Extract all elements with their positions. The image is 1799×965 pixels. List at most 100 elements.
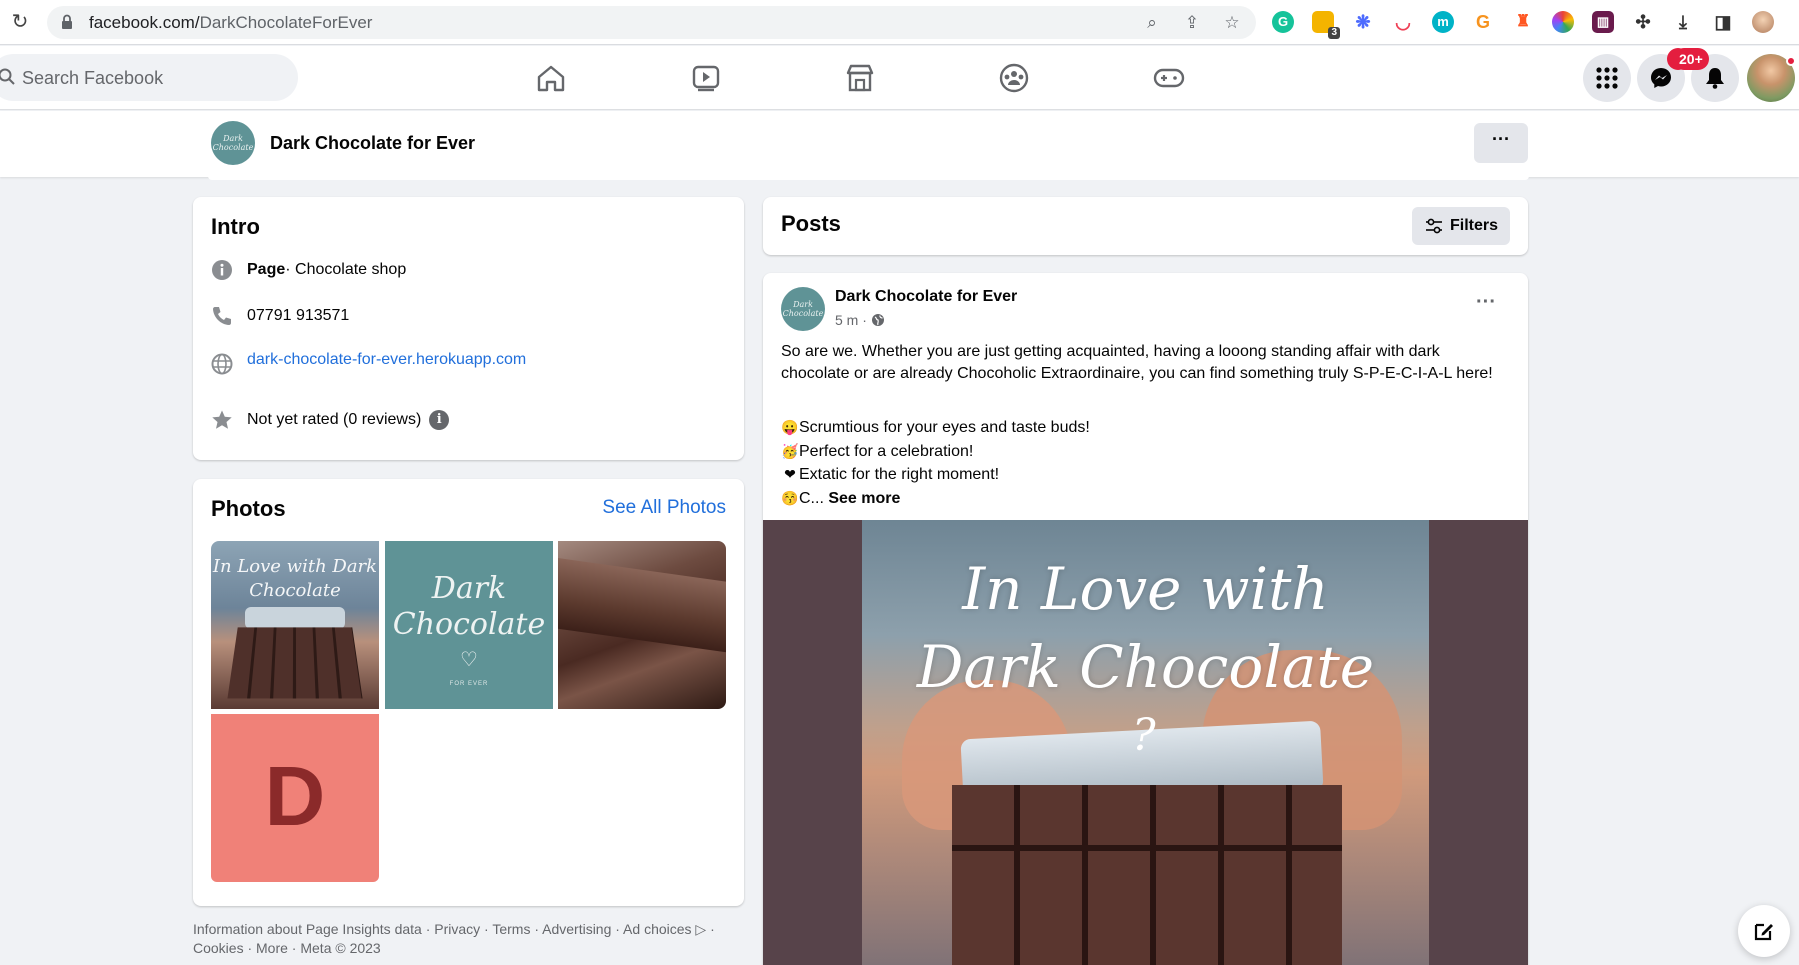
intro-rating: Not yet rated (0 reviews) <box>247 411 422 428</box>
search-box[interactable] <box>0 54 298 101</box>
extension-badge: 3 <box>1328 27 1340 39</box>
browser-profile-avatar[interactable] <box>1752 11 1774 33</box>
intro-card: Intro Page · Chocolate shop 07791 913571… <box>193 197 744 460</box>
snowflake-extension-icon[interactable]: ❋ <box>1352 11 1374 33</box>
chart-extension-icon[interactable]: ▥ <box>1592 11 1614 33</box>
groups-icon[interactable] <box>994 58 1034 98</box>
new-message-button[interactable] <box>1738 905 1790 957</box>
notifications-button[interactable]: 20+ <box>1673 48 1739 102</box>
avatar-status-dot <box>1786 56 1796 66</box>
pocket-extension-icon[interactable]: ◡ <box>1392 11 1414 33</box>
url-domain: facebook.com/ <box>89 13 200 32</box>
photo-chocolate-bar <box>227 627 363 699</box>
rating-info-icon[interactable]: i <box>429 410 450 430</box>
search-icon <box>0 68 15 85</box>
photo-4-letter: D <box>264 749 326 843</box>
filters-button[interactable]: Filters <box>1412 207 1510 245</box>
see-more-link[interactable]: See more <box>828 490 900 507</box>
intro-rating-row: Not yet rated (0 reviews) i <box>211 409 450 431</box>
photo-2-script-text: Dark Chocolate <box>392 571 546 642</box>
star-icon <box>212 410 232 429</box>
page-logo[interactable]: Dark Chocolate <box>211 121 255 165</box>
gaming-icon[interactable] <box>1149 58 1189 98</box>
address-bar[interactable]: facebook.com/DarkChocolateForEver ⌕ ⇪ ☆ <box>47 6 1256 39</box>
share-icon[interactable]: ⇪ <box>1181 12 1203 34</box>
search-input[interactable] <box>22 66 272 90</box>
post-line-3: ❤ Extatic for the right moment! <box>781 463 1511 487</box>
side-panel-icon[interactable]: ◨ <box>1712 11 1734 33</box>
intro-website-link[interactable]: dark-chocolate-for-ever.herokuapp.com <box>247 351 526 369</box>
party-emoji-icon: 🥳 <box>781 442 799 459</box>
post-more-button[interactable]: ··· <box>1476 291 1496 314</box>
post-line-4: 😚C... See more <box>781 487 1511 511</box>
bell-icon <box>1706 68 1724 89</box>
heart-icon: ♡ <box>460 649 478 671</box>
url-text: facebook.com/DarkChocolateForEver <box>89 13 372 33</box>
color-wheel-extension-icon[interactable] <box>1552 11 1574 33</box>
notes-extension-icon[interactable]: 3 <box>1312 11 1340 39</box>
public-globe-icon <box>871 314 884 326</box>
photo-foil <box>245 607 345 629</box>
post-line-1-text: Scrumtious for your eyes and taste buds! <box>799 419 1090 436</box>
intro-category-value: · Chocolate shop <box>285 261 407 278</box>
photo-2-small-text: FOR EVER <box>449 681 489 687</box>
download-icon[interactable]: ⤓ <box>1672 11 1694 33</box>
post-line-1: 😛Scrumtious for your eyes and taste buds… <box>781 416 1511 440</box>
person-extension-icon[interactable]: ♜ <box>1512 11 1534 33</box>
post-line-2: 🥳Perfect for a celebration! <box>781 440 1511 464</box>
post-image[interactable]: In Love with Dark Chocolate ? <box>763 520 1528 965</box>
image-question-mark: ? <box>1132 710 1156 761</box>
image-chocolate-bar <box>952 785 1342 965</box>
page-more-button[interactable]: ··· <box>1474 123 1528 163</box>
post-author-avatar[interactable]: Dark Chocolate <box>781 287 825 331</box>
intro-phone-row: 07791 913571 <box>211 305 349 327</box>
see-all-photos-link[interactable]: See All Photos <box>602 497 726 519</box>
photo-thumbnail-2[interactable]: Dark Chocolate ♡ FOR EVER <box>385 541 553 709</box>
compose-icon <box>1754 923 1773 941</box>
post-card: Dark Chocolate Dark Chocolate for Ever 5… <box>763 273 1528 965</box>
globe-icon <box>211 353 233 375</box>
post-line-3-text: Extatic for the right moment! <box>799 466 1000 483</box>
zoom-icon[interactable]: ⌕ <box>1141 12 1163 34</box>
marketplace-icon[interactable] <box>840 58 880 98</box>
g-extension-icon[interactable]: G <box>1472 11 1494 33</box>
filters-icon <box>1425 218 1442 234</box>
browser-toolbar: ↻ facebook.com/DarkChocolateForEver ⌕ ⇪ … <box>0 0 1799 45</box>
intro-phone[interactable]: 07791 913571 <box>247 307 349 325</box>
photo-thumbnail-4[interactable]: D <box>211 714 379 882</box>
grammarly-extension-icon[interactable]: G <box>1272 11 1294 33</box>
post-bullet-lines: 😛Scrumtious for your eyes and taste buds… <box>781 416 1511 510</box>
page-header-strip: Dark Chocolate Dark Chocolate for Ever ·… <box>0 111 1799 177</box>
post-line-2-text: Perfect for a celebration! <box>799 442 974 460</box>
intro-website-row: dark-chocolate-for-ever.herokuapp.com <box>211 345 526 375</box>
post-timestamp-row: 5 m · <box>835 312 885 328</box>
lock-icon <box>62 14 72 29</box>
menu-grid-button[interactable] <box>1583 54 1631 102</box>
post-time[interactable]: 5 m · <box>835 312 867 328</box>
reload-icon[interactable]: ↻ <box>8 10 32 34</box>
photo-thumbnail-3[interactable] <box>558 541 726 709</box>
heart-emoji-icon: ❤ <box>784 466 796 482</box>
home-icon[interactable] <box>531 58 571 98</box>
post-author[interactable]: Dark Chocolate for Ever <box>835 288 1017 306</box>
bookmark-star-icon[interactable]: ☆ <box>1221 12 1243 34</box>
footer-links[interactable]: Information about Page Insights data · P… <box>193 920 744 958</box>
intro-category-row: Page · Chocolate shop <box>211 259 406 281</box>
puzzle-extensions-icon[interactable]: ✣ <box>1632 11 1654 33</box>
page-name[interactable]: Dark Chocolate for Ever <box>270 133 475 154</box>
photo-thumbnail-1[interactable]: In Love with Dark Chocolate <box>211 541 379 709</box>
header-divider <box>208 176 1529 180</box>
intro-title: Intro <box>211 214 260 239</box>
facebook-top-nav: 1 20+ <box>0 46 1799 110</box>
post-body-text: So are we. Whether you are just getting … <box>781 343 1493 382</box>
intro-category-label: Page <box>247 261 286 278</box>
photos-title: Photos <box>211 496 286 521</box>
watch-icon[interactable] <box>686 58 726 98</box>
grid-icon <box>1596 67 1618 89</box>
tongue-emoji-icon: 😛 <box>781 419 799 435</box>
m-extension-icon[interactable]: m <box>1432 11 1454 33</box>
photo-chocolate-slab <box>558 557 726 655</box>
posts-header-card: Posts Filters <box>763 197 1528 255</box>
info-icon <box>212 260 232 280</box>
photo-1-script-text: In Love with Dark Chocolate <box>212 556 378 601</box>
